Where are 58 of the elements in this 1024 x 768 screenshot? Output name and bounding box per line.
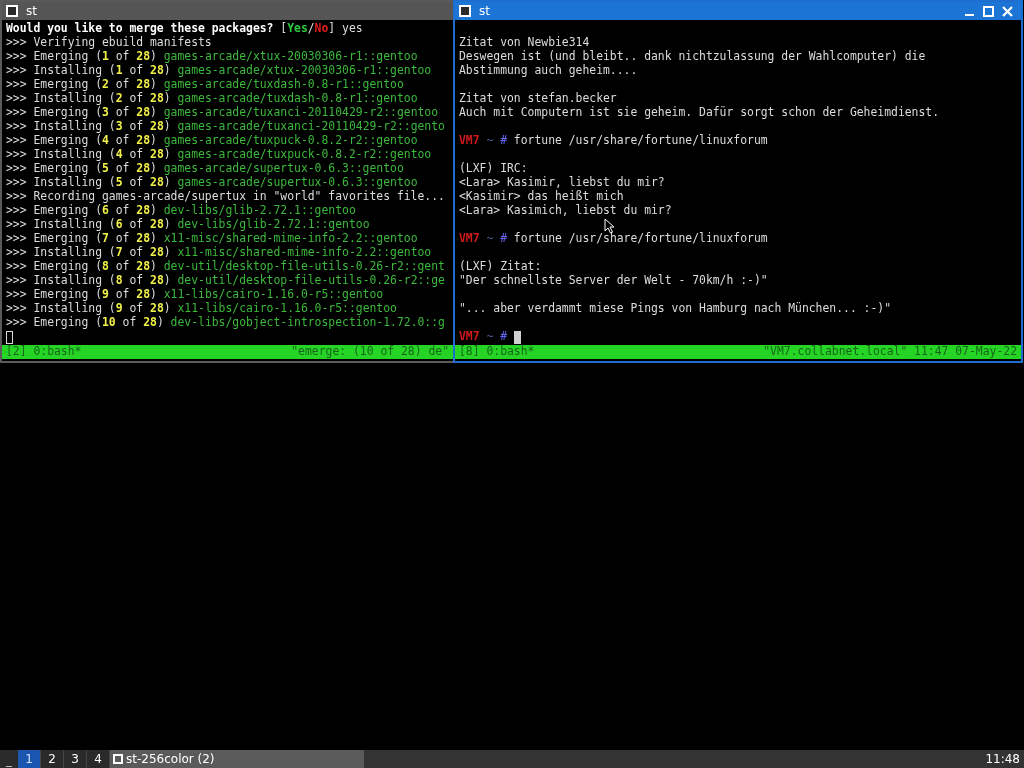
terminal-line: >>> Emerging (5 of 28) games-arcade/supertux-0.6.3::gentoo <box>6 161 404 176</box>
clock: 11:48 <box>984 751 1021 768</box>
terminal-line: >>> Emerging (3 of 28) games-arcade/tuxanci-20110429-r2::gentoo <box>6 105 439 120</box>
terminal-line: VM7 ~ # <box>459 328 507 345</box>
workspace-button[interactable]: 2 <box>41 750 64 768</box>
terminal-line: Abstimmung auch geheim.... <box>459 63 638 80</box>
terminal-line: >>> Emerging (7 of 28) x11-misc/shared-mime-info-2.2::gentoo <box>6 231 418 246</box>
close-icon[interactable] <box>1002 5 1013 17</box>
terminal-line: >>> Emerging (6 of 28) dev-libs/glib-2.72.1::gentoo <box>6 203 356 218</box>
terminal-line: Deswegen ist (und bleibt.. dank nichtzulassung der Wahlcomputer) die <box>459 48 926 64</box>
workspace-button[interactable]: 4 <box>87 750 110 768</box>
window-title: st <box>479 3 490 20</box>
terminal-line: Zitat von stefan.becker <box>459 90 617 106</box>
terminal-line: >>> Installing (9 of 28) x11-libs/cairo-1.16.0-r5::gentoo <box>6 301 397 316</box>
terminal-line: "Der schnellste Server der Welt - 70km/h :-)" <box>459 272 768 290</box>
terminal-line: >>> Emerging (1 of 28) games-arcade/xtux-20030306-r1::gentoo <box>6 49 418 64</box>
terminal-line: (LXF) Zitat: <box>459 258 542 274</box>
status-text: [8] 0:bash* <box>459 343 535 361</box>
workspace-button[interactable]: 3 <box>64 750 87 768</box>
terminal-line: >>> Installing (3 of 28) games-arcade/tuxanci-20110429-r2::gento <box>6 119 445 134</box>
terminal-line: >>> Installing (7 of 28) x11-misc/shared-mime-info-2.2::gentoo <box>6 245 432 260</box>
task-button[interactable]: st-256color (2) <box>110 750 364 768</box>
terminal-line: Would you like to merge these packages? [Yes/No] yes <box>6 20 363 36</box>
terminal-line: >>> Installing (4 of 28) games-arcade/tuxpuck-0.8.2-r2::gentoo <box>6 147 432 162</box>
terminal-line: <Lara> Kasimir, liebst du mir? <box>459 174 665 190</box>
terminal-line: VM7 ~ # fortune /usr/share/fortune/linuxforum <box>459 230 768 248</box>
terminal-line: <Kasimir> das heißt mich <box>459 188 624 204</box>
window-icon <box>113 754 123 764</box>
terminal-line: Auch mit Computern ist sie geheim. Dafür sorgt schon der Geheimdienst. <box>459 104 940 122</box>
show-desktop-button[interactable]: _ <box>0 750 18 768</box>
window-icon <box>459 5 471 17</box>
workspace-button[interactable]: 1 <box>18 750 41 768</box>
terminal-line: >>> Installing (1 of 28) games-arcade/xtux-20030306-r1::gentoo <box>6 63 432 78</box>
title-bar[interactable]: st <box>455 2 1021 20</box>
terminal-line: >>> Verifying ebuild manifests <box>6 35 212 50</box>
terminal-line: "... aber verdammt miese Pings von Hamburg nach München... :-)" <box>459 300 892 318</box>
window-icon <box>6 5 18 17</box>
terminal-line: >>> Emerging (2 of 28) games-arcade/tuxdash-0.8-r1::gentoo <box>6 77 404 92</box>
title-bar[interactable]: st <box>2 2 453 20</box>
mouse-pointer-icon <box>604 218 615 234</box>
terminal-line: >>> Recording games-arcade/supertux in "world" favorites file... <box>6 189 445 204</box>
terminal-line: >>> Installing (8 of 28) dev-util/desktop-file-utils-0.26-r2::ge <box>6 273 445 288</box>
status-text: "VM7.collabnet.local" 11:47 07-May-22 <box>763 343 1017 361</box>
terminal-line: >>> Emerging (9 of 28) x11-libs/cairo-1.16.0-r5::gentoo <box>6 287 384 302</box>
terminal-line: (LXF) IRC: <box>459 160 528 176</box>
window-title: st <box>26 3 37 20</box>
terminal-line: >>> Installing (2 of 28) games-arcade/tuxdash-0.8-r1::gentoo <box>6 91 418 106</box>
status-text: "emerge: (10 of 28) de" <box>291 343 449 361</box>
terminal-line: >>> Installing (5 of 28) games-arcade/supertux-0.6.3::gentoo <box>6 175 418 190</box>
status-text: [2] 0:bash* <box>6 343 82 361</box>
maximize-icon[interactable] <box>983 5 994 17</box>
terminal-line: >>> Installing (6 of 28) dev-libs/glib-2.72.1::gentoo <box>6 217 370 232</box>
terminal-line: >>> Emerging (4 of 28) games-arcade/tuxpuck-0.8.2-r2::gentoo <box>6 133 418 148</box>
terminal-line: >>> Emerging (10 of 28) dev-libs/gobject-introspection-1.72.0::g <box>6 315 445 332</box>
terminal-line: <Lara> Kasimich, liebst du mir? <box>459 202 672 220</box>
terminal-line: Zitat von Newbie314 <box>459 34 590 50</box>
terminal-line: VM7 ~ # fortune /usr/share/fortune/linuxforum <box>459 132 768 150</box>
terminal-line: >>> Emerging (8 of 28) dev-util/desktop-file-utils-0.26-r2::gent <box>6 259 445 274</box>
